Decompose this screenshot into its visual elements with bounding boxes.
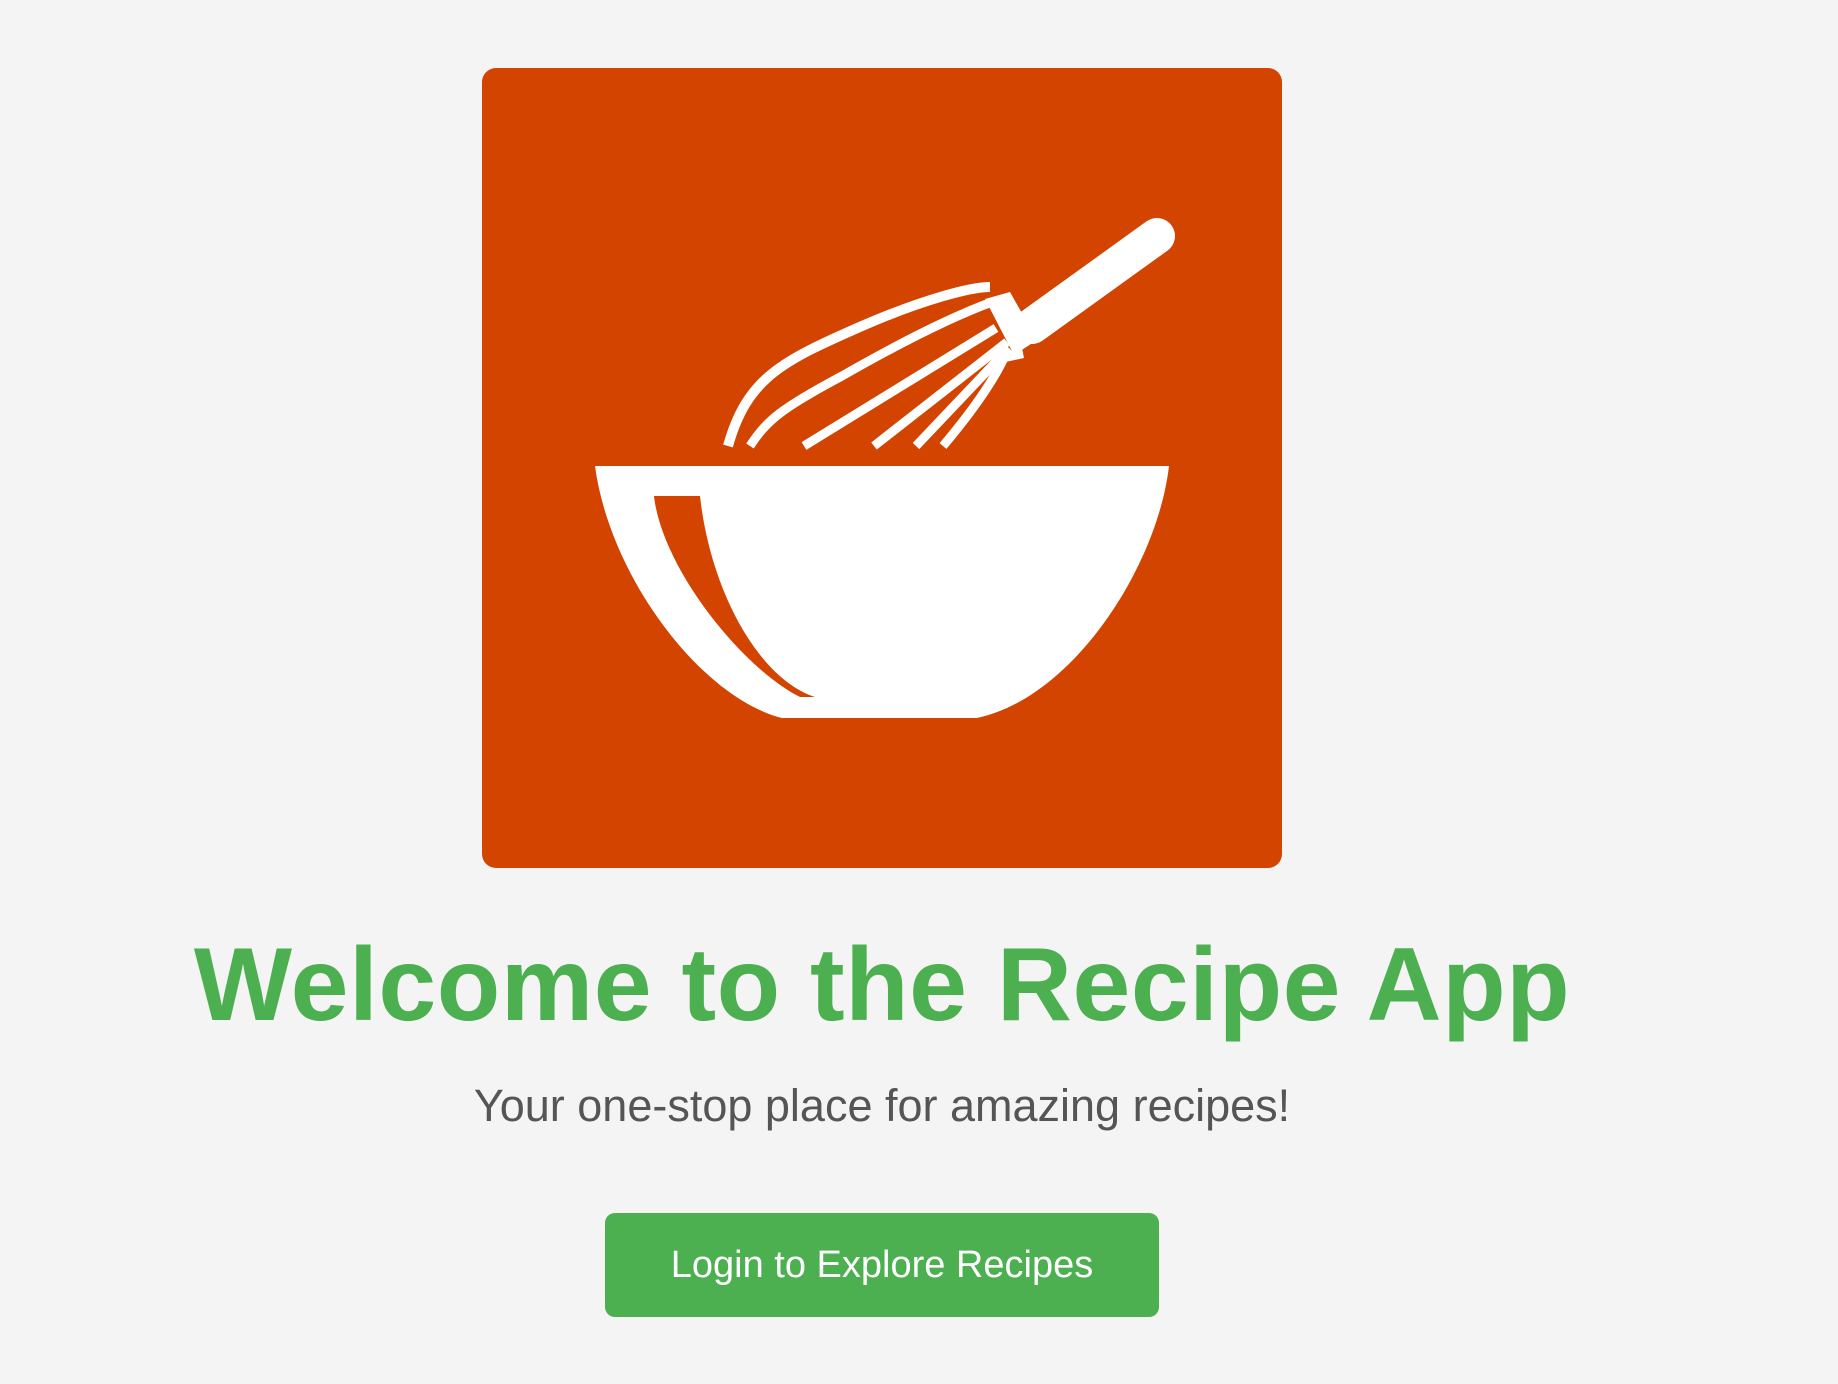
login-button[interactable]: Login to Explore Recipes bbox=[605, 1213, 1159, 1317]
page-subtitle: Your one-stop place for amazing recipes! bbox=[473, 1080, 1291, 1131]
landing-page: Welcome to the Recipe App Your one-stop … bbox=[0, 0, 1838, 1384]
whisk-bowl-icon bbox=[482, 68, 1282, 868]
app-logo bbox=[482, 68, 1282, 868]
page-title: Welcome to the Recipe App bbox=[193, 927, 1571, 1043]
